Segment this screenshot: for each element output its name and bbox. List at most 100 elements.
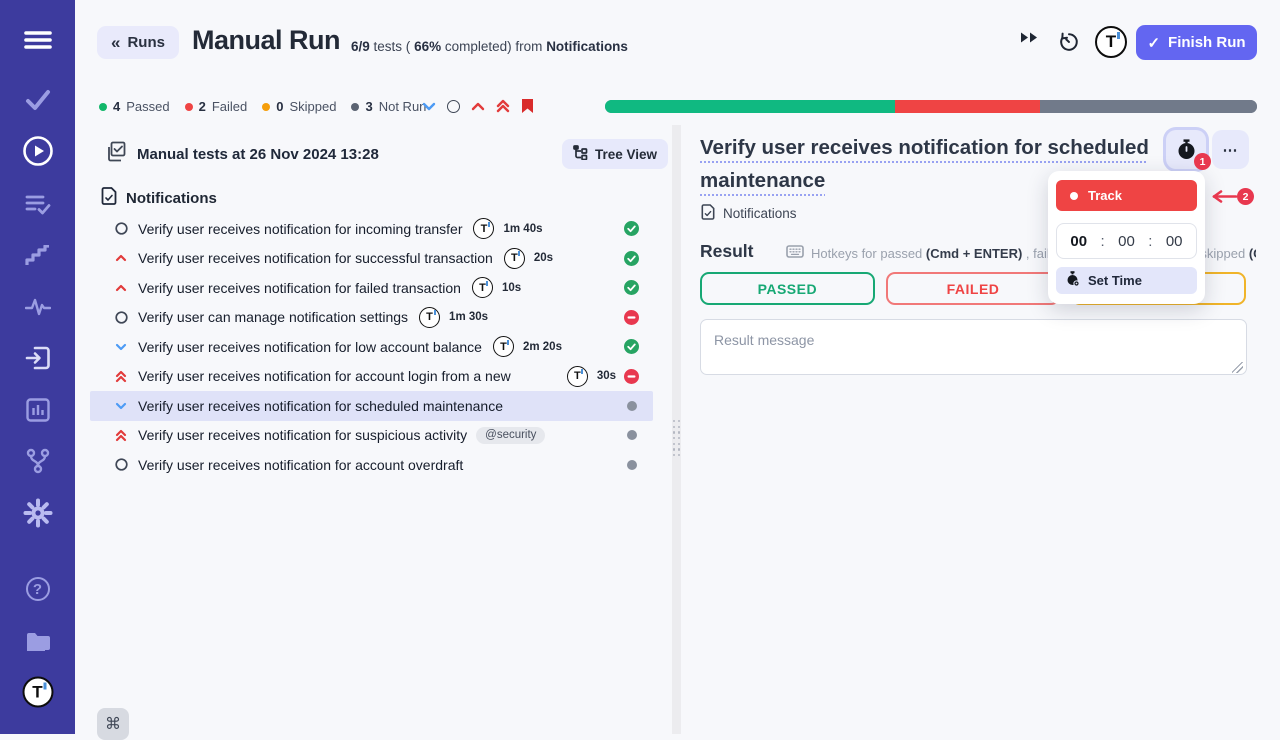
filter-bookmark-icon[interactable]	[521, 98, 534, 114]
status-passed-icon	[624, 221, 639, 236]
priority-high-icon	[114, 254, 128, 262]
track-label: Track	[1088, 188, 1122, 203]
run-progress-bar	[605, 100, 1257, 113]
app-sidebar: ? T	[0, 0, 75, 734]
priority-normal-icon	[114, 311, 128, 324]
status-passed-icon	[624, 280, 639, 295]
test-row[interactable]: Verify user receives notification for lo…	[90, 332, 653, 362]
timer-colon: :	[1148, 233, 1152, 250]
import-icon[interactable]	[25, 345, 51, 371]
test-row[interactable]: Verify user receives notification for su…	[90, 244, 653, 274]
filter-priority-critical-icon[interactable]	[496, 99, 510, 113]
result-message-input[interactable]	[700, 319, 1247, 375]
testomat-logo-icon: T	[493, 336, 514, 357]
test-row[interactable]: Verify user receives notification for su…	[90, 421, 653, 451]
testomat-logo-header[interactable]: T	[1095, 26, 1127, 58]
test-title: Verify user receives notification for su…	[138, 427, 467, 443]
filter-priority-high-icon[interactable]	[471, 102, 485, 111]
check-icon[interactable]	[25, 89, 51, 111]
test-row[interactable]: Verify user receives notification for fa…	[90, 273, 653, 303]
more-options-button[interactable]: ⋯	[1212, 130, 1249, 169]
source-suite: Notifications	[546, 39, 628, 54]
test-row[interactable]: Verify user receives notification for ac…	[90, 362, 653, 392]
finish-run-button[interactable]: ✓ Finish Run	[1136, 25, 1257, 60]
subtitle-text: tests (	[374, 39, 411, 54]
pane-resizer[interactable]	[672, 125, 681, 734]
skipped-dot-icon	[262, 103, 270, 111]
tree-view-button[interactable]: Tree View	[562, 139, 668, 169]
priority-low-icon	[114, 402, 128, 410]
timer-seconds[interactable]: 00	[1166, 233, 1183, 250]
detail-suite-breadcrumb[interactable]: Notifications	[701, 204, 797, 223]
run-title: Manual tests at 26 Nov 2024 13:28	[137, 146, 379, 163]
command-shortcut-button[interactable]: ⌘	[97, 708, 129, 740]
testomat-logo-icon: T	[419, 307, 440, 328]
test-tag: @security	[476, 427, 545, 444]
test-row[interactable]: Verify user receives notification for in…	[90, 214, 653, 244]
finish-run-label: Finish Run	[1168, 34, 1246, 51]
test-row-selected[interactable]: Verify user receives notification for sc…	[90, 391, 653, 421]
status-passed-icon	[624, 339, 639, 354]
bar-chart-icon[interactable]	[25, 397, 51, 423]
test-title: Verify user receives notification for lo…	[138, 339, 482, 355]
test-row[interactable]: Verify user can manage notification sett…	[90, 303, 653, 333]
filter-priority-normal-icon[interactable]	[447, 100, 460, 113]
list-check-icon[interactable]	[25, 192, 51, 216]
stat-notrun: 3Not Run	[351, 99, 426, 114]
document-check-icon	[701, 204, 715, 223]
annotation-badge-1: 1	[1194, 153, 1211, 170]
priority-low-icon	[114, 343, 128, 351]
double-chevron-left-icon: «	[111, 33, 120, 53]
set-time-button[interactable]: Set Time	[1056, 267, 1197, 294]
timer-display[interactable]: 00 : 00 : 00	[1056, 223, 1197, 259]
set-time-label: Set Time	[1088, 273, 1142, 288]
timer-colon: :	[1101, 233, 1105, 250]
test-duration: 10s	[502, 282, 521, 294]
timer-hours[interactable]: 00	[1070, 233, 1087, 250]
priority-normal-icon	[114, 458, 128, 471]
timer-restart-icon[interactable]	[1058, 31, 1080, 53]
passed-button[interactable]: PASSED	[700, 272, 875, 305]
test-title: Verify user receives notification for fa…	[138, 280, 461, 296]
suite-header[interactable]: Notifications	[101, 187, 217, 209]
help-icon[interactable]: ?	[26, 577, 50, 601]
testomat-logo-icon: T	[567, 366, 588, 387]
annotation-arrow-icon	[1206, 189, 1238, 209]
subtitle-text2: completed) from	[445, 39, 543, 54]
stat-passed: 4Passed	[99, 99, 170, 114]
progress-passed-segment	[605, 100, 895, 113]
testomat-logo-icon: T	[504, 248, 525, 269]
test-duration: 20s	[534, 252, 553, 264]
stat-failed: 2Failed	[185, 99, 248, 114]
menu-icon[interactable]	[23, 29, 53, 51]
play-circle-icon[interactable]	[22, 135, 54, 167]
failed-button[interactable]: FAILED	[886, 272, 1061, 305]
back-to-runs-button[interactable]: « Runs	[97, 26, 179, 59]
gear-icon[interactable]	[23, 498, 53, 528]
fast-forward-icon[interactable]	[1020, 31, 1040, 44]
passed-dot-icon	[99, 103, 107, 111]
percent-complete: 66%	[414, 39, 441, 54]
resizer-grip-icon	[673, 420, 680, 456]
tests-fraction: 6/9	[351, 39, 370, 54]
filter-priority-low-icon[interactable]	[422, 102, 436, 111]
test-row[interactable]: Verify user receives notification for ac…	[90, 450, 653, 480]
testomat-logo[interactable]: T	[22, 677, 53, 708]
status-passed-icon	[624, 251, 639, 266]
document-check-icon	[101, 187, 117, 209]
pulse-icon[interactable]	[25, 297, 51, 317]
steps-icon[interactable]	[25, 245, 51, 267]
test-title: Verify user receives notification for su…	[138, 250, 493, 266]
testomat-logo-icon: T	[473, 218, 494, 239]
priority-critical-icon	[114, 429, 128, 442]
status-notrun-icon	[627, 460, 639, 470]
status-failed-icon	[624, 369, 639, 384]
failed-dot-icon	[185, 103, 193, 111]
test-duration: 2m 20s	[523, 341, 562, 353]
branch-icon[interactable]	[24, 447, 52, 475]
folder-icon[interactable]	[24, 629, 52, 653]
priority-normal-icon	[114, 222, 128, 235]
timer-minutes[interactable]: 00	[1118, 233, 1135, 250]
check-icon: ✓	[1147, 34, 1160, 52]
track-button[interactable]: Track	[1056, 180, 1197, 211]
